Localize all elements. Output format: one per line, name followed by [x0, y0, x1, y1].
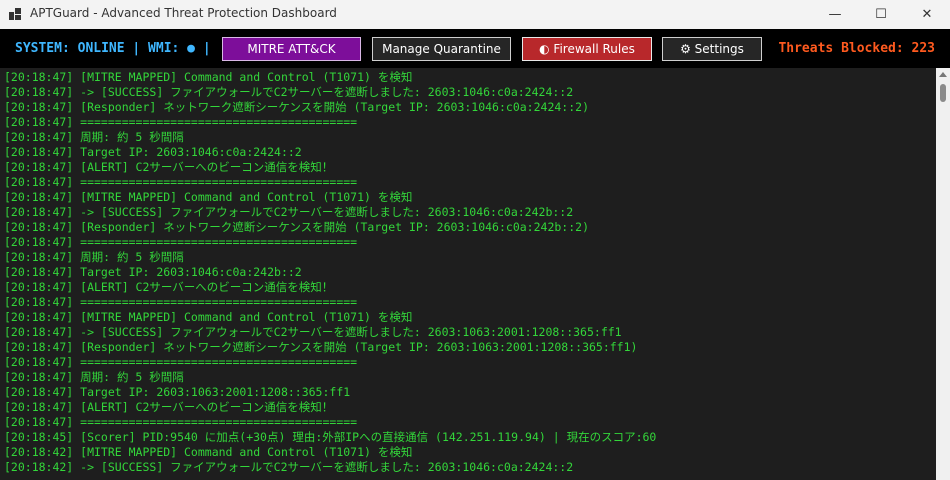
- log-line: [20:18:47] Target IP: 2603:1046:c0a:2424…: [4, 145, 302, 159]
- log-line: [20:18:47] =============================…: [4, 355, 358, 369]
- toolbar: SYSTEM: ONLINE | WMI: ● | MITRE ATT&CK M…: [0, 29, 950, 68]
- close-button[interactable]: ✕: [904, 0, 950, 29]
- log-line: [20:18:47] =============================…: [4, 115, 358, 129]
- threats-blocked-counter: Threats Blocked: 223: [778, 41, 935, 56]
- log-line: [20:18:47] =============================…: [4, 175, 358, 189]
- app-logo-icon: [9, 8, 21, 20]
- log-line: [20:18:47] 周期: 約 5 秒間隔: [4, 130, 184, 144]
- log-scrollbar[interactable]: [936, 68, 950, 480]
- log-line: [20:18:47] [MITRE MAPPED] Command and Co…: [4, 310, 413, 324]
- log-line: [20:18:47] -> [SUCCESS] ファイアウォールでC2サーバーを…: [4, 205, 574, 219]
- log-line: [20:18:47] [Responder] ネットワーク遮断シーケンスを開始 …: [4, 100, 589, 114]
- scroll-up-arrow-icon[interactable]: [939, 72, 947, 77]
- log-line: [20:18:45] [Scorer] PID:9540 に加点(+30点) 理…: [4, 430, 657, 444]
- firewall-rules-button[interactable]: ◐ Firewall Rules: [522, 37, 652, 61]
- log-line: [20:18:47] -> [SUCCESS] ファイアウォールでC2サーバーを…: [4, 325, 622, 339]
- log-line: [20:18:47] =============================…: [4, 295, 358, 309]
- log-line: [20:18:47] Target IP: 2603:1046:c0a:242b…: [4, 265, 302, 279]
- system-status-text: SYSTEM: ONLINE | WMI: ● |: [15, 41, 211, 56]
- log-line: [20:18:47] [Responder] ネットワーク遮断シーケンスを開始 …: [4, 220, 589, 234]
- log-line: [20:18:47] Target IP: 2603:1063:2001:120…: [4, 385, 351, 399]
- log-line: [20:18:47] [ALERT] C2サーバーへのビーコン通信を検知！: [4, 160, 334, 174]
- log-line: [20:18:47] [ALERT] C2サーバーへのビーコン通信を検知！: [4, 280, 334, 294]
- scrollbar-thumb[interactable]: [940, 84, 946, 102]
- log-line: [20:18:47] [ALERT] C2サーバーへのビーコン通信を検知！: [4, 400, 334, 414]
- log-line: [20:18:47] =============================…: [4, 235, 358, 249]
- mitre-attack-button[interactable]: MITRE ATT&CK: [222, 37, 361, 61]
- maximize-button[interactable]: ☐: [858, 0, 904, 29]
- log-line: [20:18:47] 周期: 約 5 秒間隔: [4, 250, 184, 264]
- window-title: APTGuard - Advanced Threat Protection Da…: [30, 6, 337, 20]
- log-line: [20:18:47] [MITRE MAPPED] Command and Co…: [4, 70, 413, 84]
- log-line: [20:18:47] [Responder] ネットワーク遮断シーケンスを開始 …: [4, 340, 638, 354]
- window-titlebar: APTGuard - Advanced Threat Protection Da…: [0, 0, 950, 29]
- log-line: [20:18:42] -> [SUCCESS] ファイアウォールでC2サーバーを…: [4, 460, 574, 474]
- settings-button[interactable]: ⚙ Settings: [662, 37, 762, 61]
- log-line: [20:18:47] [MITRE MAPPED] Command and Co…: [4, 190, 413, 204]
- log-line: [20:18:47] 周期: 約 5 秒間隔: [4, 370, 184, 384]
- log-line: [20:18:42] [MITRE MAPPED] Command and Co…: [4, 445, 413, 459]
- manage-quarantine-button[interactable]: Manage Quarantine: [372, 37, 511, 61]
- log-line: [20:18:47] =============================…: [4, 415, 358, 429]
- log-console[interactable]: [20:18:47] [MITRE MAPPED] Command and Co…: [0, 68, 936, 480]
- minimize-button[interactable]: —: [812, 0, 858, 29]
- log-line: [20:18:47] -> [SUCCESS] ファイアウォールでC2サーバーを…: [4, 85, 574, 99]
